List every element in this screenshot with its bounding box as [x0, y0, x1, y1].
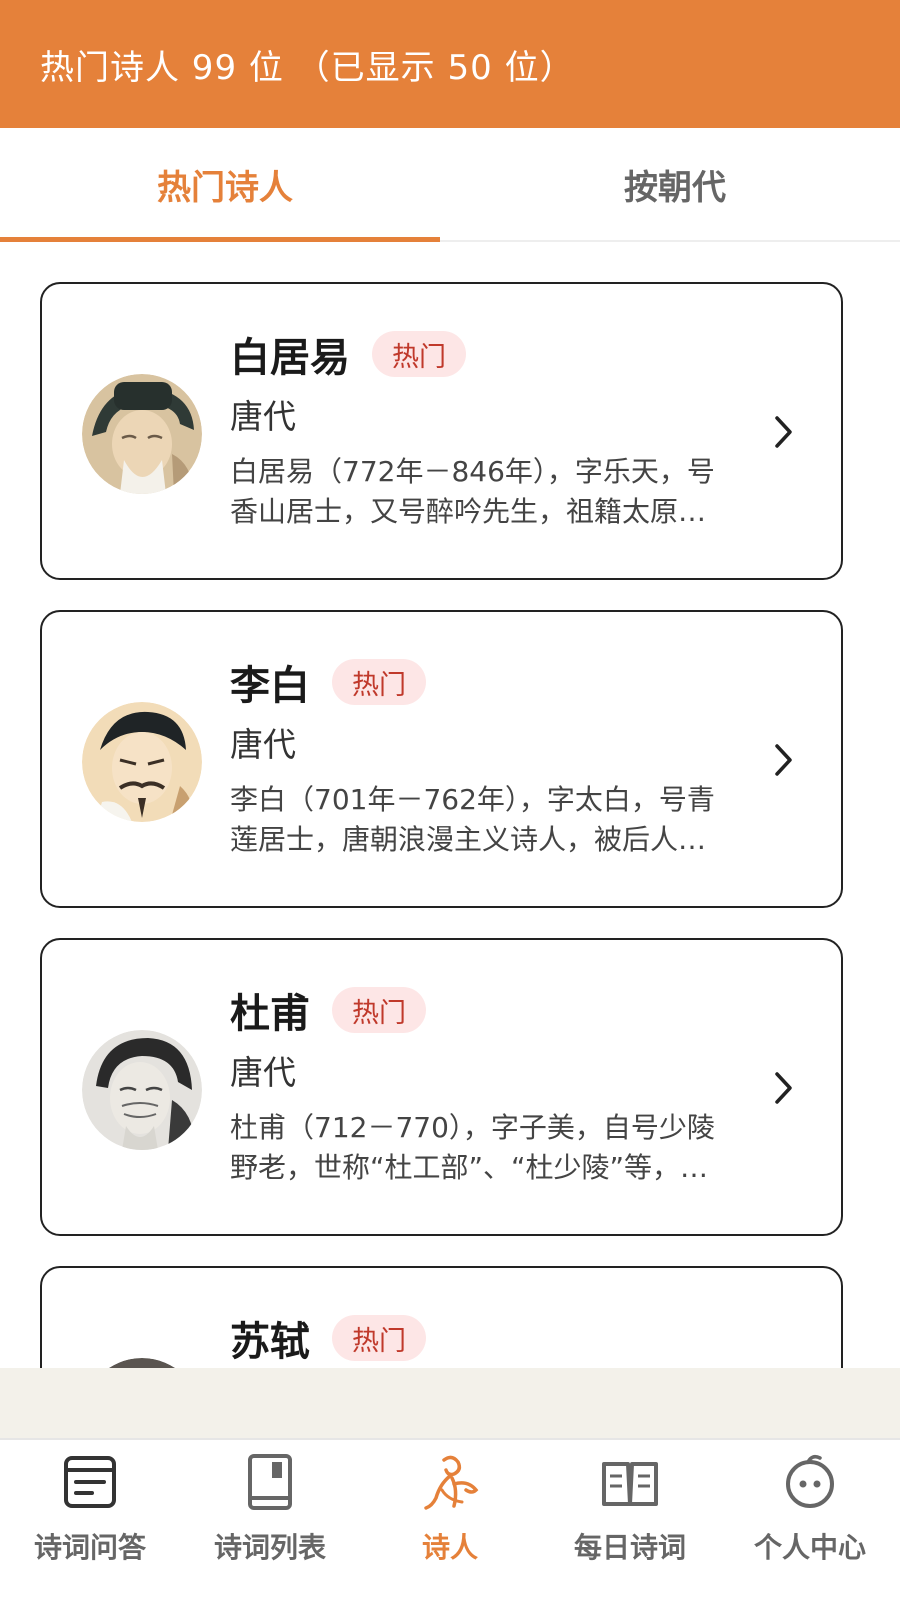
- chevron-right-icon: [773, 412, 795, 452]
- nav-label: 诗词列表: [213, 1531, 326, 1564]
- poet-figure-icon: [418, 1450, 482, 1514]
- hot-badge: 热门: [332, 659, 426, 705]
- smiley-face-icon: [778, 1450, 842, 1514]
- poet-info: 李白 热门 唐代 李白（701年－762年），字太白，号青莲居士，唐朝浪漫主义诗…: [230, 652, 750, 860]
- poet-name-row: 杜甫 热门: [230, 980, 750, 1040]
- nav-label: 每日诗词: [573, 1531, 686, 1564]
- poet-card[interactable]: 苏轼 热门: [40, 1266, 843, 1368]
- tab-by-dynasty[interactable]: 按朝代: [450, 128, 900, 240]
- qa-card-icon: [58, 1450, 122, 1514]
- poet-name: 李白: [230, 663, 310, 709]
- hot-badge: 热门: [372, 331, 466, 377]
- nav-item-daily-poem[interactable]: 每日诗词: [540, 1440, 720, 1600]
- poet-description: 李白（701年－762年），字太白，号青莲居士，唐朝浪漫主义诗人，被后人…: [230, 783, 715, 856]
- chevron-right-icon: [773, 1068, 795, 1108]
- poet-info: 杜甫 热门 唐代 杜甫（712－770），字子美，自号少陵野老，世称“杜工部”、…: [230, 980, 750, 1188]
- nav-label: 诗人: [421, 1531, 478, 1564]
- poet-card[interactable]: 李白 热门 唐代 李白（701年－762年），字太白，号青莲居士，唐朝浪漫主义诗…: [40, 610, 843, 908]
- poet-name-row: 苏轼 热门: [230, 1308, 750, 1368]
- poet-avatar: [82, 374, 202, 494]
- poet-dynasty: 唐代: [230, 1053, 296, 1092]
- poet-name: 苏轼: [230, 1319, 310, 1365]
- poet-info: 白居易 热门 唐代 白居易（772年－846年），字乐天，号香山居士，又号醉吟先…: [230, 324, 750, 532]
- poet-list[interactable]: 白居易 热门 唐代 白居易（772年－846年），字乐天，号香山居士，又号醉吟先…: [0, 244, 900, 1368]
- poet-description: 杜甫（712－770），字子美，自号少陵野老，世称“杜工部”、“杜少陵”等，…: [230, 1111, 715, 1184]
- poets-page: 热门诗人 99 位 （已显示 50 位） 热门诗人 按朝代 白居易 热门 唐代 …: [0, 0, 900, 1600]
- open-book-icon: [598, 1450, 662, 1514]
- nav-item-qa[interactable]: 诗词问答: [0, 1440, 180, 1600]
- hot-badge: 热门: [332, 987, 426, 1033]
- bottom-overlay-strip: [0, 1368, 900, 1438]
- nav-item-profile[interactable]: 个人中心: [720, 1440, 900, 1600]
- tab-hot-poets[interactable]: 热门诗人: [0, 128, 450, 242]
- hot-badge: 热门: [332, 1315, 426, 1361]
- poet-name: 杜甫: [230, 991, 310, 1037]
- poet-dynasty: 唐代: [230, 397, 296, 436]
- nav-item-poem-list[interactable]: 诗词列表: [180, 1440, 360, 1600]
- poet-name-row: 李白 热门: [230, 652, 750, 712]
- poet-card[interactable]: 白居易 热门 唐代 白居易（772年－846年），字乐天，号香山居士，又号醉吟先…: [40, 282, 843, 580]
- poet-card[interactable]: 杜甫 热门 唐代 杜甫（712－770），字子美，自号少陵野老，世称“杜工部”、…: [40, 938, 843, 1236]
- header-bar: 热门诗人 99 位 （已显示 50 位）: [0, 0, 900, 128]
- bottom-nav: 诗词问答 诗词列表 诗人 每日诗词 个人中心: [0, 1438, 900, 1600]
- chevron-right-icon: [773, 740, 795, 780]
- poet-avatar: [82, 1030, 202, 1150]
- nav-label: 个人中心: [753, 1531, 866, 1564]
- poet-avatar: [82, 1358, 202, 1368]
- poet-info: 苏轼 热门: [230, 1308, 750, 1368]
- poet-name-row: 白居易 热门: [230, 324, 750, 384]
- poet-avatar: [82, 702, 202, 822]
- poet-name: 白居易: [230, 335, 350, 381]
- poet-dynasty: 唐代: [230, 725, 296, 764]
- poet-description: 白居易（772年－846年），字乐天，号香山居士，又号醉吟先生，祖籍太原…: [230, 455, 715, 528]
- tab-bar: 热门诗人 按朝代: [0, 128, 900, 242]
- page-title: 热门诗人 99 位 （已显示 50 位）: [40, 47, 575, 88]
- book-icon: [238, 1450, 302, 1514]
- nav-label: 诗词问答: [33, 1531, 146, 1564]
- nav-item-poets[interactable]: 诗人: [360, 1440, 540, 1600]
